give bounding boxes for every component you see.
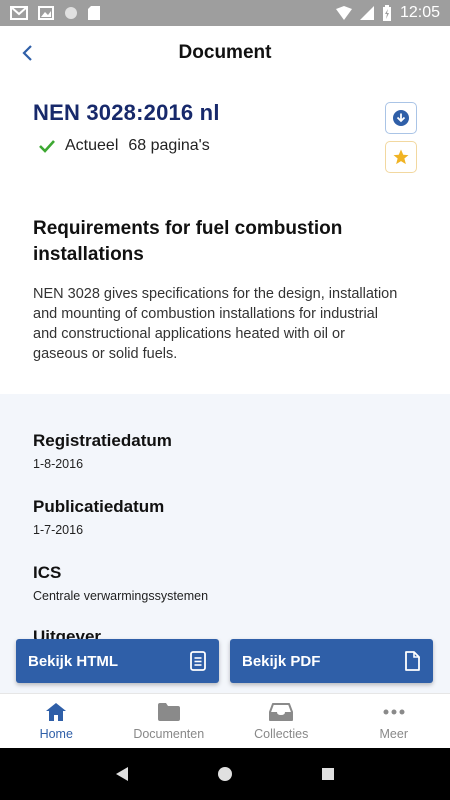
star-icon bbox=[393, 149, 409, 165]
view-html-button[interactable]: Bekijk HTML bbox=[16, 639, 219, 683]
system-navigation-bar bbox=[0, 748, 450, 800]
meta-value: 1-7-2016 bbox=[33, 523, 84, 537]
app-bar: Document bbox=[0, 26, 450, 80]
download-icon bbox=[393, 110, 409, 126]
system-back-button[interactable] bbox=[107, 759, 137, 789]
signal-icon bbox=[359, 6, 374, 20]
page-title: Document bbox=[178, 42, 272, 63]
battery-charging-icon bbox=[382, 5, 391, 21]
document-header: NEN 3028:2016 nl Actueel 68 pagina's bbox=[33, 100, 417, 156]
home-icon bbox=[46, 703, 67, 721]
meta-value: Centrale verwarmingssystemen bbox=[33, 589, 209, 603]
clock: 12:05 bbox=[399, 4, 440, 21]
nav-collecties[interactable]: Collecties bbox=[225, 694, 338, 748]
document-status-row: Actueel 68 pagina's bbox=[33, 136, 417, 156]
chevron-left-icon bbox=[22, 45, 32, 61]
document-description: NEN 3028 gives specifications for the de… bbox=[33, 286, 398, 362]
check-icon bbox=[39, 140, 55, 153]
meta-registratiedatum: Registratiedatum 1-8-2016 bbox=[33, 431, 172, 471]
document-text-icon bbox=[190, 651, 206, 671]
circle-home-icon bbox=[217, 767, 232, 781]
system-home-button[interactable] bbox=[210, 759, 240, 789]
triangle-back-icon bbox=[115, 767, 128, 781]
meta-value: 1-8-2016 bbox=[33, 457, 84, 471]
wifi-icon bbox=[335, 6, 352, 20]
more-icon bbox=[383, 709, 405, 715]
bottom-navigation: Home Documenten Collecties Meer bbox=[0, 693, 450, 748]
system-recents-button[interactable] bbox=[313, 759, 343, 789]
document-title: Requirements for fuel combustion install… bbox=[33, 218, 343, 265]
meta-label: Publicatiedatum bbox=[33, 497, 165, 516]
view-pdf-button[interactable]: Bekijk PDF bbox=[230, 639, 433, 683]
page-count: 68 pagina's bbox=[128, 137, 210, 154]
meta-ics: ICS Centrale verwarmingssystemen bbox=[33, 563, 208, 603]
sd-card-icon bbox=[88, 6, 100, 20]
meta-publicatiedatum: Publicatiedatum 1-7-2016 bbox=[33, 497, 164, 537]
download-button[interactable] bbox=[385, 102, 417, 134]
favorite-button[interactable] bbox=[385, 141, 417, 173]
inbox-icon bbox=[269, 703, 294, 721]
screen: 12:05 Document NEN 3028:2016 nl Actueel … bbox=[0, 0, 450, 800]
status-label: Actueel bbox=[65, 137, 119, 154]
view-html-label: Bekijk HTML bbox=[28, 652, 119, 670]
nav-documenten[interactable]: Documenten bbox=[113, 694, 226, 748]
gmail-icon bbox=[10, 6, 28, 20]
photo-icon bbox=[38, 6, 54, 20]
square-recents-icon bbox=[322, 768, 335, 780]
nav-label: Documenten bbox=[133, 727, 205, 741]
circle-icon bbox=[65, 7, 77, 19]
folder-icon bbox=[157, 703, 180, 721]
nav-meer[interactable]: Meer bbox=[338, 694, 450, 748]
nav-label: Meer bbox=[379, 727, 408, 741]
meta-label: ICS bbox=[33, 563, 62, 582]
view-pdf-label: Bekijk PDF bbox=[242, 652, 321, 670]
document-code: NEN 3028:2016 nl bbox=[33, 100, 220, 125]
status-bar: 12:05 bbox=[0, 0, 450, 26]
file-icon bbox=[405, 651, 420, 671]
back-button[interactable] bbox=[14, 40, 40, 66]
nav-label: Collecties bbox=[254, 727, 309, 741]
meta-label: Registratiedatum bbox=[33, 431, 172, 450]
nav-home[interactable]: Home bbox=[0, 694, 113, 748]
nav-label: Home bbox=[39, 727, 73, 741]
